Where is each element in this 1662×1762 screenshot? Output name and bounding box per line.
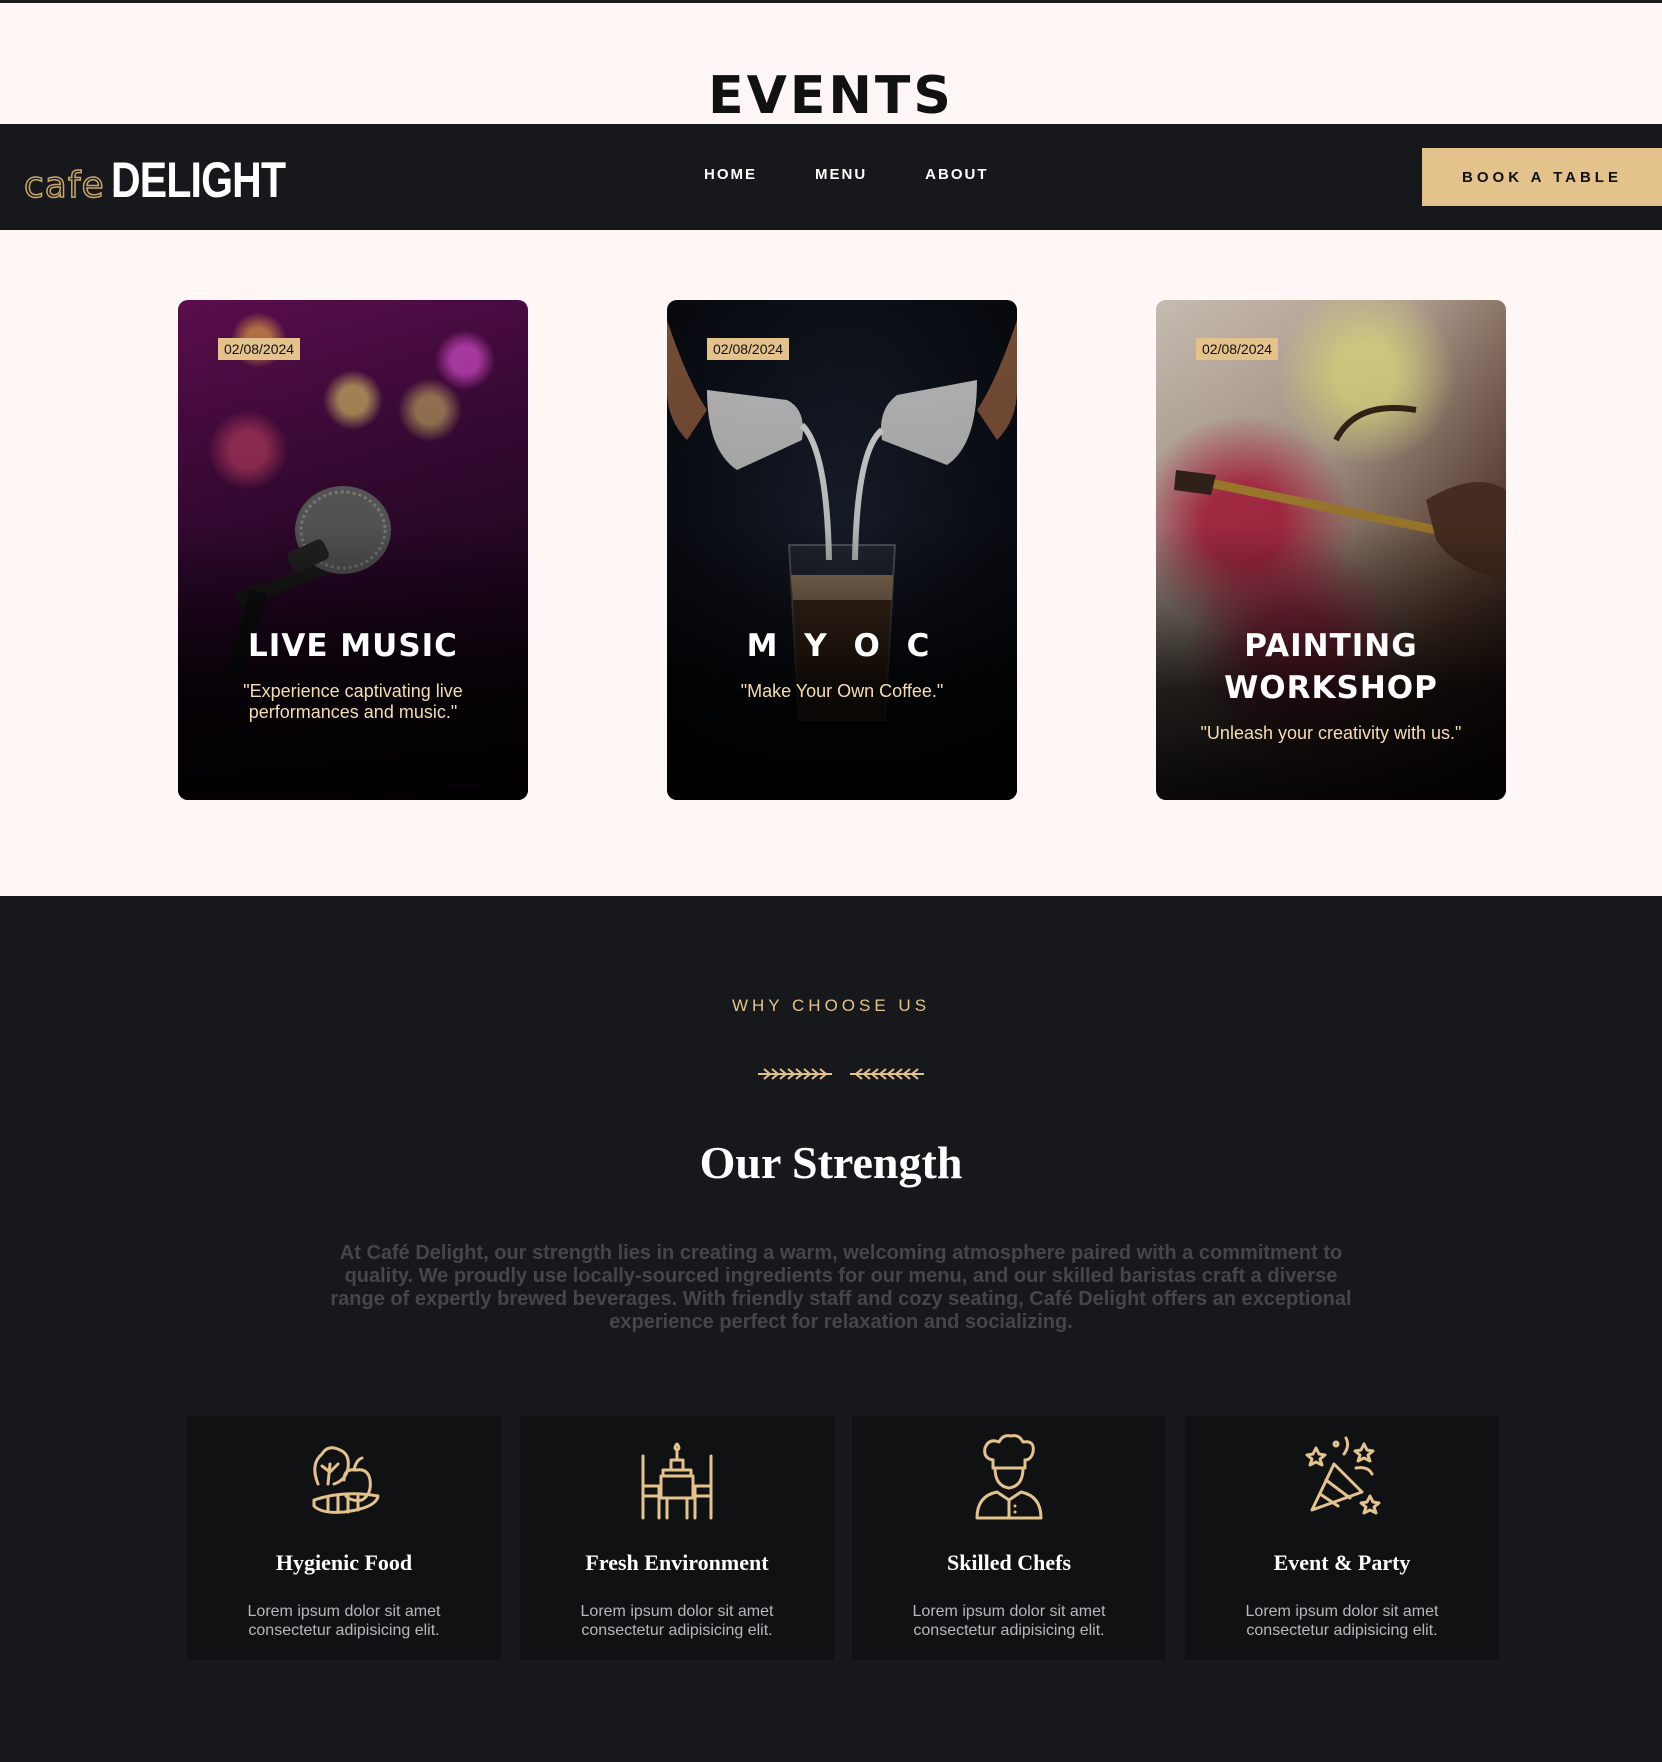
events-heading: EVENTS [708, 66, 954, 126]
feature-card-hygienic-food: Hygienic Food Lorem ipsum dolor sit amet… [187, 1416, 501, 1660]
nav-links: HOME MENU ABOUT [704, 166, 989, 183]
nav-about-link[interactable]: ABOUT [925, 166, 988, 183]
party-popper-icon [1305, 1436, 1381, 1515]
feature-title: Event & Party [1273, 1550, 1411, 1575]
navbar: cafe DELIGHT HOME MENU ABOUT BOOK A TABL… [0, 124, 1662, 230]
event-card-painting-workshop[interactable]: 02/08/2024 PAINTING WORKSHOP "Unleash yo… [1156, 300, 1506, 800]
event-card-myoc[interactable]: 02/08/2024 M Y O C "Make Your Own Coffee… [667, 300, 1017, 800]
event-description: "Experience captivating live performance… [243, 681, 463, 722]
vegetables-icon [312, 1446, 380, 1514]
feature-card-event-party: Event & Party Lorem ipsum dolor sit amet… [1185, 1416, 1499, 1660]
event-description: "Make Your Own Coffee." [740, 681, 944, 701]
feature-title: Fresh Environment [585, 1550, 769, 1575]
section-label: WHY CHOOSE US [731, 996, 931, 1015]
logo-delight-text: DELIGHT [110, 152, 286, 208]
feature-text: Lorem ipsum dolor sit amet consectetur a… [580, 1603, 774, 1639]
nav-home-link[interactable]: HOME [704, 166, 757, 183]
logo-cafe-text: cafe [23, 165, 105, 207]
feature-card-skilled-chefs: Skilled Chefs Lorem ipsum dolor sit amet… [852, 1416, 1166, 1660]
strength-paragraph: At Café Delight, our strength lies in cr… [330, 1242, 1352, 1333]
feature-title: Skilled Chefs [946, 1550, 1072, 1575]
logo[interactable]: cafe DELIGHT [23, 150, 323, 208]
feature-card-fresh-environment: Fresh Environment Lorem ipsum dolor sit … [520, 1416, 834, 1660]
feature-title: Hygienic Food [275, 1550, 413, 1575]
feature-text: Lorem ipsum dolor sit amet consectetur a… [912, 1603, 1106, 1639]
event-date: 02/08/2024 [218, 338, 301, 360]
strength-heading: Our Strength [699, 1137, 963, 1188]
chef-icon [975, 1434, 1043, 1520]
dining-table-icon [641, 1442, 713, 1520]
top-border [0, 0, 1662, 3]
event-title: LIVE MUSIC [248, 628, 458, 664]
event-date: 02/08/2024 [707, 338, 790, 360]
event-card-live-music[interactable]: 02/08/2024 LIVE MUSIC "Experience captiv… [178, 300, 528, 800]
ornament-divider-icon [758, 1068, 924, 1080]
event-date: 02/08/2024 [1196, 338, 1279, 360]
feature-text: Lorem ipsum dolor sit amet consectetur a… [247, 1603, 441, 1639]
nav-menu-link[interactable]: MENU [815, 166, 867, 183]
event-description: "Unleash your creativity with us." [1200, 723, 1462, 743]
book-table-button[interactable]: BOOK A TABLE [1422, 148, 1662, 206]
events-section: 02/08/2024 LIVE MUSIC "Experience captiv… [0, 230, 1662, 896]
event-title: M Y O C [746, 628, 938, 664]
event-title: PAINTING WORKSHOP [1224, 628, 1438, 706]
why-choose-us-section: WHY CHOOSE US Our Strength At Café Delig… [0, 896, 1662, 1762]
feature-text: Lorem ipsum dolor sit amet consectetur a… [1245, 1603, 1439, 1639]
